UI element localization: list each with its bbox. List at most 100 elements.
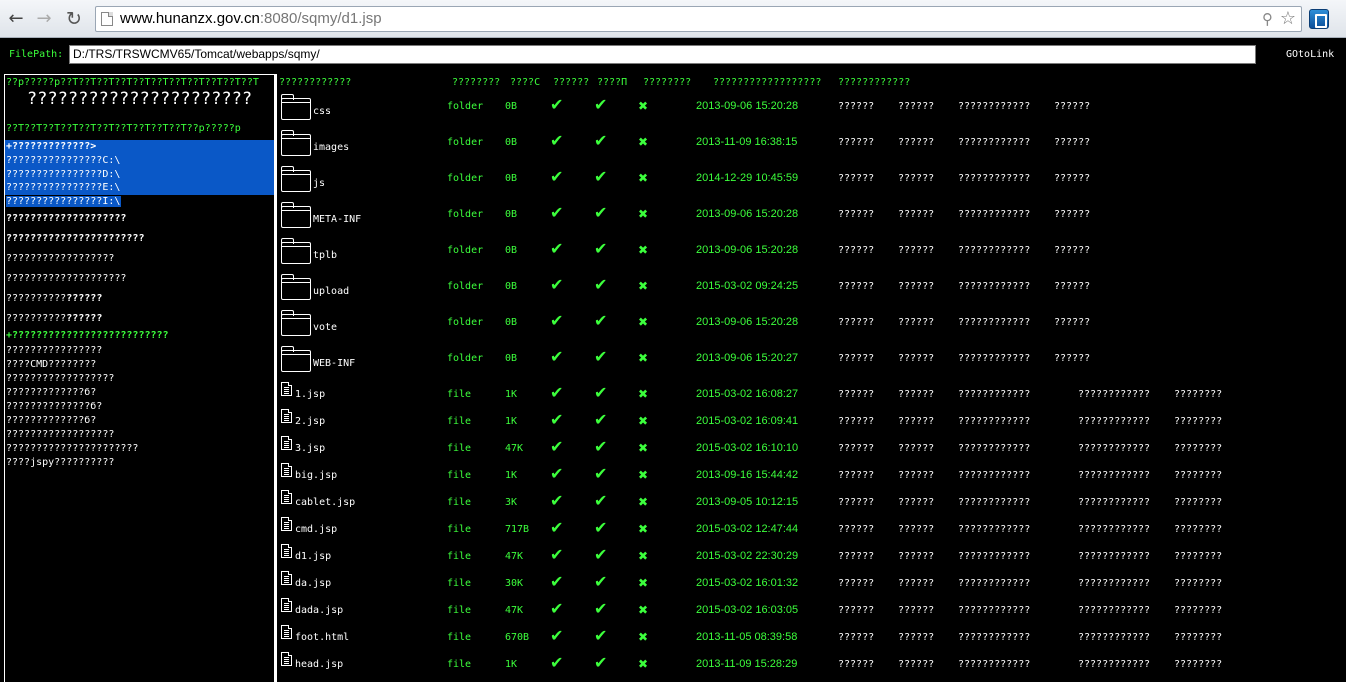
- action-link[interactable]: ????????????: [958, 245, 1030, 256]
- action-link[interactable]: ????: [1126, 524, 1150, 535]
- action-link[interactable]: ??????: [1054, 101, 1090, 112]
- action-link[interactable]: ????????????: [958, 632, 1030, 643]
- menu-item[interactable]: ????????????????: [6, 313, 102, 324]
- action-link[interactable]: ??????: [1054, 209, 1090, 220]
- drive-e-link[interactable]: ????????????????E:\: [6, 182, 120, 193]
- action-link[interactable]: ????: [1126, 416, 1150, 427]
- folder-icon[interactable]: [281, 310, 311, 336]
- action-link[interactable]: ??????: [838, 605, 874, 616]
- action-link[interactable]: ????????: [1174, 389, 1222, 400]
- action-link[interactable]: ????????: [1078, 632, 1126, 643]
- action-link[interactable]: ??????: [1054, 245, 1090, 256]
- action-link[interactable]: ????????????: [958, 173, 1030, 184]
- action-link[interactable]: ????????: [1078, 551, 1126, 562]
- tool-item[interactable]: ????CMD????????: [6, 359, 96, 370]
- folder-name-link[interactable]: vote: [313, 322, 337, 333]
- action-link[interactable]: ????????????: [958, 578, 1030, 589]
- action-link[interactable]: ????: [1126, 578, 1150, 589]
- action-link[interactable]: ??????: [1054, 353, 1090, 364]
- action-link[interactable]: ????????: [1078, 605, 1126, 616]
- file-icon[interactable]: [281, 490, 292, 504]
- goto-link[interactable]: GOtoLink: [1286, 49, 1334, 60]
- action-link[interactable]: ????????????: [958, 605, 1030, 616]
- tool-item[interactable]: ??????????????б?: [6, 401, 102, 412]
- action-link[interactable]: ??????: [838, 659, 874, 670]
- file-name-link[interactable]: dada.jsp: [295, 605, 343, 616]
- action-link[interactable]: ??????: [898, 389, 934, 400]
- file-name-link[interactable]: cmd.jsp: [295, 524, 337, 535]
- star-icon[interactable]: ☆: [1280, 8, 1296, 29]
- action-link[interactable]: ??????: [898, 497, 934, 508]
- action-link[interactable]: ????????: [1174, 578, 1222, 589]
- action-link[interactable]: ??????: [898, 317, 934, 328]
- folder-icon[interactable]: [281, 166, 311, 192]
- action-link[interactable]: ????????????: [958, 353, 1030, 364]
- action-link[interactable]: ??????: [838, 101, 874, 112]
- folder-name-link[interactable]: css: [313, 106, 331, 117]
- action-link[interactable]: ????????: [1078, 470, 1126, 481]
- forward-arrow-icon[interactable]: →: [32, 7, 56, 31]
- tool-item[interactable]: ??????????????????: [6, 373, 114, 384]
- folder-icon[interactable]: [281, 94, 311, 120]
- action-link[interactable]: ????????: [1078, 416, 1126, 427]
- folder-icon[interactable]: [281, 130, 311, 156]
- file-name-link[interactable]: big.jsp: [295, 470, 337, 481]
- drive-d-link[interactable]: ????????????????D:\: [6, 169, 120, 180]
- action-link[interactable]: ????????: [1174, 443, 1222, 454]
- file-name-link[interactable]: d1.jsp: [295, 551, 331, 562]
- tool-item[interactable]: ?????????????б?: [6, 415, 96, 426]
- folder-icon[interactable]: [281, 238, 311, 264]
- action-link[interactable]: ????????: [1078, 389, 1126, 400]
- action-link[interactable]: ??????: [1054, 317, 1090, 328]
- menu-item[interactable]: ????????????????: [6, 293, 102, 304]
- action-link[interactable]: ??????: [898, 416, 934, 427]
- action-link[interactable]: ??????: [838, 497, 874, 508]
- folder-name-link[interactable]: images: [313, 142, 349, 153]
- file-icon[interactable]: [281, 652, 292, 666]
- action-link[interactable]: ??????: [898, 101, 934, 112]
- file-name-link[interactable]: 1.jsp: [295, 389, 325, 400]
- folder-name-link[interactable]: WEB-INF: [313, 358, 355, 369]
- action-link[interactable]: ??????: [1054, 173, 1090, 184]
- action-link[interactable]: ????????????: [958, 317, 1030, 328]
- file-icon[interactable]: [281, 544, 292, 558]
- drive-list-header[interactable]: +?????????????>: [6, 141, 96, 152]
- file-name-link[interactable]: da.jsp: [295, 578, 331, 589]
- action-link[interactable]: ????????????: [958, 281, 1030, 292]
- file-name-link[interactable]: 2.jsp: [295, 416, 325, 427]
- file-name-link[interactable]: 3.jsp: [295, 443, 325, 454]
- tool-item[interactable]: ??????????????????????: [6, 443, 138, 454]
- action-link[interactable]: ????: [1126, 551, 1150, 562]
- action-link[interactable]: ??????: [1054, 281, 1090, 292]
- action-link[interactable]: ????????????: [958, 551, 1030, 562]
- file-name-link[interactable]: cablet.jsp: [295, 497, 355, 508]
- action-link[interactable]: ????????????: [958, 659, 1030, 670]
- action-link[interactable]: ??????: [898, 605, 934, 616]
- action-link[interactable]: ??????: [898, 173, 934, 184]
- action-link[interactable]: ??????: [898, 551, 934, 562]
- action-link[interactable]: ????????: [1174, 524, 1222, 535]
- action-link[interactable]: ??????: [838, 416, 874, 427]
- tool-item[interactable]: ??????????????????: [6, 429, 114, 440]
- action-link[interactable]: ??????: [838, 524, 874, 535]
- action-link[interactable]: ??????: [898, 443, 934, 454]
- action-link[interactable]: ????????????: [958, 470, 1030, 481]
- menu-item[interactable]: ????????????????????: [6, 213, 126, 224]
- action-link[interactable]: ????????????: [958, 389, 1030, 400]
- action-link[interactable]: ????: [1126, 389, 1150, 400]
- action-link[interactable]: ??????: [898, 632, 934, 643]
- action-link[interactable]: ??????: [898, 470, 934, 481]
- tool-item[interactable]: ????????????????: [6, 345, 102, 356]
- action-link[interactable]: ????????????: [958, 416, 1030, 427]
- action-link[interactable]: ????????: [1078, 524, 1126, 535]
- address-bar[interactable]: www.hunanzx.gov.cn:8080/sqmy/d1.jsp ⚲ ☆: [95, 6, 1302, 32]
- drive-i-link[interactable]: ????????????????I:\: [6, 196, 121, 207]
- action-link[interactable]: ??????: [838, 443, 874, 454]
- url-text[interactable]: www.hunanzx.gov.cn:8080/sqmy/d1.jsp: [120, 10, 382, 27]
- key-icon[interactable]: ⚲: [1262, 10, 1273, 28]
- folder-icon[interactable]: [281, 346, 311, 372]
- action-link[interactable]: ????????????: [958, 497, 1030, 508]
- action-link[interactable]: ????????????: [958, 209, 1030, 220]
- menu-item[interactable]: ??????????????????: [6, 253, 114, 264]
- file-icon[interactable]: [281, 382, 292, 396]
